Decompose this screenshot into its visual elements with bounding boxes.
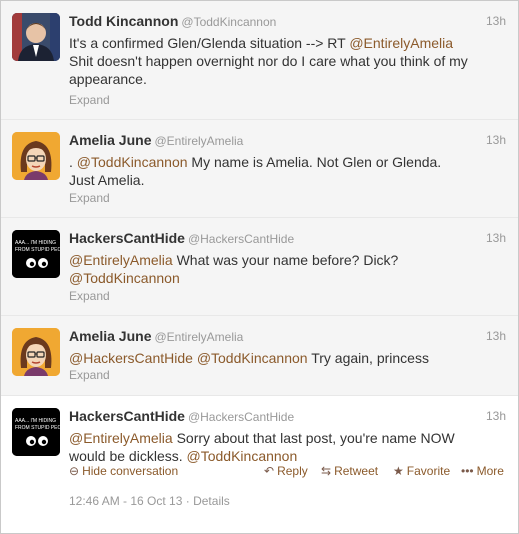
retweet-icon: ⇆ <box>321 464 332 478</box>
avatar[interactable] <box>12 132 60 180</box>
mention-link[interactable]: @EntirelyAmelia <box>69 430 173 446</box>
tweet-header: Todd Kincannon @ToddKincannon 13h <box>69 13 506 31</box>
avatar-photo <box>12 13 60 61</box>
expand-link[interactable]: Expand <box>69 289 110 303</box>
avatar-hiding-image: AAA... I'M HIDING FROM STUPID PEOPLE <box>12 230 60 278</box>
tweet-actions: ⊖ Hide conversation ↶ Reply ⇆ Retweet ★ Favo… <box>69 464 506 482</box>
timestamp[interactable]: 13h <box>486 231 506 245</box>
tweet-text: It's a confirmed Glen/Glenda situation -… <box>69 34 469 88</box>
text-part: It's a confirmed Glen/Glenda situation -… <box>69 35 350 51</box>
author-name[interactable]: Todd Kincannon <box>69 13 178 29</box>
star-icon: ★ <box>393 464 404 478</box>
reply-label: Reply <box>277 464 308 478</box>
author-handle[interactable]: @HackersCantHide <box>188 232 294 246</box>
details-link[interactable]: Details <box>193 494 230 508</box>
mention-link[interactable]: @EntirelyAmelia <box>349 35 453 51</box>
tweet[interactable]: Todd Kincannon @ToddKincannon 13h It's a … <box>1 1 518 120</box>
text-part: What was your name before? Dick? <box>172 252 399 268</box>
more-button[interactable]: ••• More <box>461 464 504 478</box>
expand-link[interactable]: Expand <box>69 191 110 205</box>
tweet[interactable]: Amelia June @EntirelyAmelia 13h @HackersC… <box>1 316 518 396</box>
avatar-caption-line1: AAA... I'M HIDING <box>15 240 56 246</box>
tweet-header: HackersCantHide @HackersCantHide 13h <box>69 230 506 248</box>
tweet[interactable]: AAA... I'M HIDING FROM STUPID PEOPLE Hac… <box>1 218 518 316</box>
mention-link[interactable]: @HackersCantHide <box>69 350 193 366</box>
author-handle[interactable]: @EntirelyAmelia <box>154 330 243 344</box>
minus-circle-icon: ⊖ <box>69 464 80 478</box>
timestamp[interactable]: 13h <box>486 133 506 147</box>
mention-link[interactable]: @ToddKincannon <box>77 154 188 170</box>
avatar-caption-line2: FROM STUPID PEOPLE <box>15 425 60 431</box>
avatar-caption-line2: FROM STUPID PEOPLE <box>15 247 60 253</box>
retweet-label: Retweet <box>334 464 379 478</box>
avatar[interactable] <box>12 13 60 61</box>
avatar[interactable] <box>12 328 60 376</box>
tweet-text: @HackersCantHide @ToddKincannon Try agai… <box>69 349 469 367</box>
timestamp[interactable]: 13h <box>486 14 506 28</box>
author-handle[interactable]: @EntirelyAmelia <box>154 134 243 148</box>
mention-link[interactable]: @EntirelyAmelia <box>69 252 173 268</box>
details-separator: · <box>185 494 190 508</box>
tweet-header: HackersCantHide @HackersCantHide 13h <box>69 408 506 426</box>
avatar-cartoon <box>12 132 60 180</box>
author-name[interactable]: HackersCantHide <box>69 408 185 424</box>
tweet-header: Amelia June @EntirelyAmelia 13h <box>69 328 506 346</box>
more-label: More <box>476 464 504 478</box>
favorite-label: Favorite <box>406 464 451 478</box>
retweet-button[interactable]: ⇆ Retweet <box>321 464 378 478</box>
avatar[interactable]: AAA... I'M HIDING FROM STUPID PEOPLE <box>12 408 60 456</box>
avatar-cartoon <box>12 328 60 376</box>
text-part: Try again, princess <box>307 350 429 366</box>
expand-link[interactable]: Expand <box>69 93 110 107</box>
avatar[interactable]: AAA... I'M HIDING FROM STUPID PEOPLE <box>12 230 60 278</box>
dots-icon: ••• <box>461 464 474 478</box>
text-part: Shit doesn't happen overnight nor do I c… <box>69 53 468 87</box>
tweet-text: @EntirelyAmelia What was your name befor… <box>69 251 469 287</box>
reply-button[interactable]: ↶ Reply <box>264 464 308 478</box>
tweet-stream: Todd Kincannon @ToddKincannon 13h It's a … <box>0 0 519 534</box>
reply-arrow-icon: ↶ <box>264 464 275 478</box>
mention-link[interactable]: @ToddKincannon <box>197 350 308 366</box>
hide-conversation-button[interactable]: ⊖ Hide conversation <box>69 464 178 478</box>
expand-link[interactable]: Expand <box>69 368 110 382</box>
avatar-caption-line1: AAA... I'M HIDING <box>15 418 56 424</box>
tweet-datetime: 12:46 AM - 16 Oct 13 <box>69 494 183 508</box>
author-name[interactable]: Amelia June <box>69 328 151 344</box>
tweet-details: 12:46 AM - 16 Oct 13 · Details <box>69 494 230 508</box>
author-handle[interactable]: @ToddKincannon <box>181 15 276 29</box>
hide-conversation-label: Hide conversation <box>82 464 179 478</box>
tweet-text: @EntirelyAmelia Sorry about that last po… <box>69 429 469 465</box>
timestamp[interactable]: 13h <box>486 409 506 423</box>
favorite-button[interactable]: ★ Favorite <box>393 464 450 478</box>
mention-link[interactable]: @ToddKincannon <box>69 270 180 286</box>
author-name[interactable]: HackersCantHide <box>69 230 185 246</box>
author-name[interactable]: Amelia June <box>69 132 151 148</box>
timestamp[interactable]: 13h <box>486 329 506 343</box>
tweet-expanded[interactable]: AAA... I'M HIDING FROM STUPID PEOPLE Hac… <box>1 396 518 533</box>
mention-link[interactable]: @ToddKincannon <box>187 448 298 464</box>
tweet-text: . @ToddKincannon My name is Amelia. Not … <box>69 153 469 189</box>
avatar-hiding-image: AAA... I'M HIDING FROM STUPID PEOPLE <box>12 408 60 456</box>
tweet[interactable]: Amelia June @EntirelyAmelia 13h . @ToddKi… <box>1 120 518 218</box>
tweet-header: Amelia June @EntirelyAmelia 13h <box>69 132 506 150</box>
author-handle[interactable]: @HackersCantHide <box>188 410 294 424</box>
text-part: . <box>69 154 77 170</box>
